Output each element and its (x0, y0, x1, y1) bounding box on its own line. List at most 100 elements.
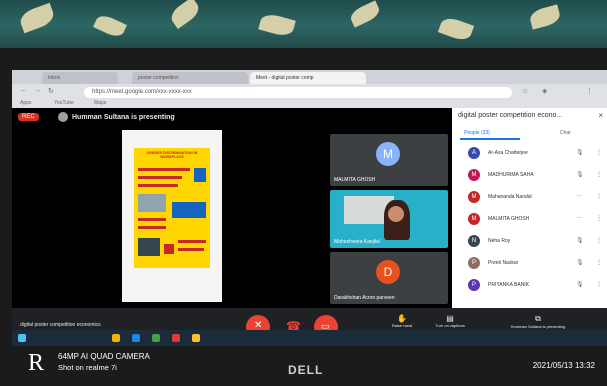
mic-off-icon: 🎙 (576, 260, 584, 266)
meeting-title: digital poster competition econo... (458, 112, 563, 119)
more-icon[interactable]: ⋮ (596, 237, 602, 244)
participant-row[interactable]: M MADHURIMA SAHA 🎙 ⋮ (452, 164, 607, 186)
browser-tab[interactable]: poster competition (132, 72, 248, 84)
poster-text (178, 248, 204, 251)
poster-graphic (194, 168, 206, 182)
participant-avatar: A (468, 147, 480, 159)
participant-row[interactable]: N Neha Roy 🎙 ⋮ (452, 230, 607, 252)
back-icon[interactable]: ← (20, 87, 27, 94)
participant-avatar: M (468, 169, 480, 181)
start-icon[interactable] (18, 334, 26, 342)
presenter-banner: Humman Sultana is presenting (58, 112, 175, 122)
hand-icon: ✋ (397, 314, 407, 323)
browser-tab-active[interactable]: Meet - digital poster comp (250, 72, 366, 84)
more-icon[interactable]: ⋮ (596, 259, 602, 266)
participant-row[interactable]: M MALMITA GHOSH ··· ⋮ (452, 208, 607, 230)
participant-row[interactable]: P Preeti Naskar 🎙 ⋮ (452, 252, 607, 274)
person-face (388, 206, 404, 222)
more-icon[interactable]: ⋮ (596, 215, 602, 222)
present-button[interactable]: ⧉ Humman Sultana is presenting (508, 314, 568, 329)
leaf-pattern (258, 11, 296, 39)
poster-photo (138, 194, 166, 212)
participant-avatar: M (376, 142, 400, 166)
poster-title: GENDER DISCRIMINATION IN WORKPLACE (146, 151, 198, 160)
taskbar (12, 330, 607, 346)
leaf-pattern (437, 15, 475, 43)
leaf-pattern (348, 0, 382, 28)
file-explorer-icon[interactable] (112, 334, 120, 342)
extension-icon[interactable]: ◈ (542, 87, 547, 95)
meeting-name[interactable]: digital poster competition economics (20, 322, 101, 328)
raise-hand-button[interactable]: ✋ Raise hand (382, 314, 422, 328)
participant-name: Neha Roy (488, 238, 511, 244)
side-panel: digital poster competition econo... × Pe… (392, 108, 607, 346)
leaf-pattern (528, 4, 562, 30)
address-bar[interactable]: https://meet.google.com/xxx-xxxx-xxx (84, 87, 512, 98)
bookmark-maps[interactable]: Maps (94, 100, 106, 106)
speaking-icon: ··· (576, 215, 582, 221)
chrome-icon[interactable] (192, 334, 200, 342)
captions-button[interactable]: ▤ Turn on captions (430, 314, 470, 328)
poster-text (138, 184, 178, 187)
participant-name: PRIYANKA BANIK (488, 282, 530, 288)
mic-off-icon: 🎙 (576, 282, 584, 288)
participant-avatar: M (468, 191, 480, 203)
participant-video-tile[interactable]: Maheshweta Kanjilal (330, 190, 448, 248)
poster-text (138, 226, 166, 229)
star-icon[interactable]: ☆ (522, 87, 528, 95)
presenter-avatar (58, 112, 68, 122)
poster-text (138, 168, 190, 171)
participant-row[interactable]: P PRIYANKA BANIK 🎙 ⋮ (452, 274, 607, 296)
active-tab-indicator (460, 138, 520, 140)
poster-text (138, 218, 166, 221)
presentation-stage: REC Humman Sultana is presenting GENDER … (12, 108, 452, 308)
more-icon[interactable]: ⋮ (596, 171, 602, 178)
more-icon[interactable]: ⋮ (596, 149, 602, 156)
poster-graphic (164, 244, 174, 254)
tab-people[interactable]: People (33) (464, 130, 490, 136)
tab-chat[interactable]: Chat (560, 130, 571, 136)
store-icon[interactable] (152, 334, 160, 342)
participant-row[interactable]: M Mahananda Nandal ··· ⋮ (452, 186, 607, 208)
participant-name: Ar-Asa Chatterjee (488, 150, 528, 156)
bookmark-apps[interactable]: Apps (20, 100, 31, 106)
mail-icon[interactable] (172, 334, 180, 342)
participant-tile[interactable]: M MALMITA GHOSH (330, 134, 448, 186)
poster-photo (138, 238, 160, 256)
mic-off-icon: 🎙 (576, 150, 584, 156)
poster-text (178, 240, 206, 243)
meet-window: REC Humman Sultana is presenting GENDER … (12, 108, 607, 346)
captions-icon: ▤ (446, 314, 454, 323)
browser-tab[interactable]: Inbox (42, 72, 118, 84)
close-icon[interactable]: × (598, 111, 603, 120)
shot-on-text: Shot on realme 7i (58, 363, 117, 372)
camera-model: 64MP AI QUAD CAMERA (58, 352, 150, 361)
leaf-pattern (17, 2, 57, 34)
participant-name: Mahananda Nandal (488, 194, 532, 200)
participant-name: MALMITA GHOSH (488, 216, 530, 222)
tab-strip: Inbox poster competition Meet - digital … (12, 70, 607, 84)
poster-graphic (172, 202, 206, 218)
realme-logo: R (28, 350, 45, 376)
laptop-screen: Inbox poster competition Meet - digital … (12, 70, 607, 346)
participant-avatar: P (468, 279, 480, 291)
participant-name: Maheshweta Kanjilal (334, 239, 380, 245)
more-icon[interactable]: ⋮ (596, 281, 602, 288)
mic-off-icon: 🎙 (576, 238, 584, 244)
menu-icon[interactable]: ⋮ (586, 87, 593, 95)
participant-name: MADHURIMA SAHA (488, 172, 534, 178)
photo-timestamp: 2021/05/13 13:32 (532, 361, 595, 370)
mic-off-icon: 🎙 (576, 172, 584, 178)
edge-icon[interactable] (132, 334, 140, 342)
forward-icon[interactable]: → (34, 87, 41, 94)
leaf-pattern (167, 0, 203, 29)
participant-row[interactable]: A Ar-Asa Chatterjee 🎙 ⋮ (452, 142, 607, 164)
participant-avatar: N (468, 235, 480, 247)
bookmark-youtube[interactable]: YouTube (54, 100, 74, 106)
presenter-text: Humman Sultana is presenting (72, 113, 175, 121)
reload-icon[interactable]: ↻ (48, 87, 54, 95)
more-icon[interactable]: ⋮ (596, 193, 602, 200)
participant-tile[interactable]: D Darakhshan Arzoo parveen (330, 252, 448, 304)
participant-name: MALMITA GHOSH (334, 177, 376, 183)
leaf-pattern (93, 12, 127, 40)
